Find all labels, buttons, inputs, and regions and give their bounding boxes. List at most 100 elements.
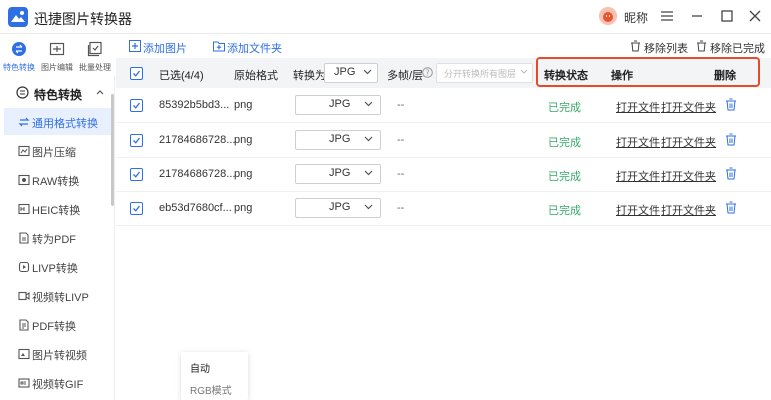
maximize-icon[interactable] xyxy=(719,8,735,24)
row-checkbox[interactable] xyxy=(130,202,143,215)
add-image-icon xyxy=(129,40,141,52)
status-badge: 已完成 xyxy=(548,137,581,149)
sidebar-item-heic[interactable]: HEIC转换 xyxy=(4,195,112,222)
sidebar-item-gif[interactable]: 视频转GIF xyxy=(4,369,112,396)
app-logo-icon xyxy=(8,7,28,27)
file-name: eb53d7680cf... xyxy=(159,202,232,214)
heic-icon xyxy=(18,203,30,215)
close-icon[interactable] xyxy=(747,8,763,24)
col-frames: 多帧/层 xyxy=(387,70,424,82)
check-icon xyxy=(133,70,141,77)
image-video-icon xyxy=(18,348,30,360)
row-checkbox[interactable] xyxy=(130,99,143,112)
check-icon xyxy=(133,205,141,212)
file-name: 21784686728... xyxy=(159,168,236,180)
video-icon xyxy=(18,291,30,301)
nav-batch-process[interactable]: 批量处理 xyxy=(76,34,114,74)
status-badge: 已完成 xyxy=(548,102,581,114)
table-row: 21784686728... png JPG -- 已完成 打开文件 打开文件夹 xyxy=(116,123,771,158)
convert-select[interactable]: JPG xyxy=(295,164,381,184)
open-file-link[interactable]: 打开文件 xyxy=(616,134,660,150)
row-checkbox[interactable] xyxy=(130,134,143,147)
convert-value: JPG xyxy=(329,133,351,145)
delete-icon[interactable] xyxy=(725,98,737,111)
frames-value: -- xyxy=(397,202,405,214)
open-file-link[interactable]: 打开文件 xyxy=(616,99,660,115)
livp-icon xyxy=(18,261,30,273)
check-icon xyxy=(133,171,141,178)
sidebar: 特色转换 通用格式转换 图片压缩 RAW转换 HEIC转换 转为PDF LIVP… xyxy=(0,76,115,400)
svg-text:?: ? xyxy=(425,68,429,77)
add-folder-label: 添加文件夹 xyxy=(227,43,282,55)
user-avatar[interactable] xyxy=(599,7,617,25)
swap-icon xyxy=(18,117,30,127)
delete-icon[interactable] xyxy=(725,167,737,180)
sidebar-item-label: HEIC转换 xyxy=(32,205,81,217)
table-row: eb53d7680cf... png JPG -- 已完成 打开文件 打开文件夹 xyxy=(116,191,771,226)
popup-option-auto[interactable]: 自动 xyxy=(190,360,210,375)
col-original-format: 原始格式 xyxy=(234,70,278,82)
frames-value: -- xyxy=(397,168,405,180)
sidebar-item-video-livp[interactable]: 视频转LIVP xyxy=(4,282,112,309)
open-folder-link[interactable]: 打开文件夹 xyxy=(661,99,716,115)
sidebar-item-label: 视频转GIF xyxy=(32,379,84,391)
sidebar-section-feature[interactable]: 特色转换 xyxy=(0,76,114,109)
sidebar-item-to-pdf[interactable]: 转为PDF xyxy=(4,224,112,251)
sidebar-item-raw[interactable]: RAW转换 xyxy=(4,166,112,193)
open-folder-link[interactable]: 打开文件夹 xyxy=(661,168,716,184)
sidebar-item-general-convert[interactable]: 通用格式转换 xyxy=(4,108,112,135)
convert-select[interactable]: JPG xyxy=(295,95,381,115)
nav-label: 批量处理 xyxy=(79,63,111,72)
sidebar-item-livp[interactable]: LIVP转换 xyxy=(4,253,112,280)
sidebar-item-pdf-convert[interactable]: PDF转换 xyxy=(4,311,112,338)
sidebar-item-compress[interactable]: 图片压缩 xyxy=(4,137,112,164)
open-folder-link[interactable]: 打开文件夹 xyxy=(661,202,716,218)
nav-label: 特色转换 xyxy=(3,63,35,72)
avatar-icon xyxy=(599,7,617,25)
convert-select[interactable]: JPG xyxy=(295,198,381,218)
sidebar-scrollbar[interactable] xyxy=(111,94,114,206)
file-format: png xyxy=(234,168,253,180)
trash-icon xyxy=(631,40,640,52)
compress-icon xyxy=(18,145,30,157)
user-nickname[interactable]: 昵称 xyxy=(624,9,648,26)
delete-icon[interactable] xyxy=(725,201,737,214)
gif-icon xyxy=(18,378,30,388)
open-file-link[interactable]: 打开文件 xyxy=(616,202,660,218)
table-row: 85392b5bd3... png JPG -- 已完成 打开文件 打开文件夹 xyxy=(116,88,771,123)
nav-image-edit[interactable]: 图片编辑 xyxy=(38,34,76,74)
title-bar: 迅捷图片转换器 昵称 xyxy=(0,0,771,34)
minimize-icon[interactable] xyxy=(689,8,705,24)
convert-value: JPG xyxy=(329,201,351,213)
sidebar-item-label: 转为PDF xyxy=(32,234,76,246)
remove-done-label: 移除已完成 xyxy=(710,43,765,55)
row-checkbox[interactable] xyxy=(130,168,143,181)
remove-list-label: 移除列表 xyxy=(644,43,688,55)
sidebar-item-image-video[interactable]: 图片转视频 xyxy=(4,340,112,367)
popup-option-rgb[interactable]: RGB模式 xyxy=(190,382,232,397)
nav-feature-convert[interactable]: 特色转换 xyxy=(0,34,38,74)
chevron-up-icon xyxy=(96,90,104,95)
chevron-down-icon xyxy=(364,170,373,176)
chevron-down-icon xyxy=(520,69,528,74)
status-badge: 已完成 xyxy=(548,171,581,183)
sidebar-item-label: RAW转换 xyxy=(32,176,80,188)
select-all-checkbox[interactable] xyxy=(130,67,143,80)
table-row: 21784686728... png JPG -- 已完成 打开文件 打开文件夹 xyxy=(116,157,771,192)
open-folder-link[interactable]: 打开文件夹 xyxy=(661,134,716,150)
convert-all-select[interactable]: JPG xyxy=(324,63,378,83)
help-icon[interactable]: ? xyxy=(422,67,433,78)
convert-value: JPG xyxy=(329,98,351,110)
chevron-down-icon xyxy=(364,101,373,107)
file-name: 85392b5bd3... xyxy=(159,99,230,111)
delete-icon[interactable] xyxy=(725,133,737,146)
selected-count: 已选(4/4) xyxy=(159,70,204,82)
file-format: png xyxy=(234,99,253,111)
convert-select[interactable]: JPG xyxy=(295,130,381,150)
menu-icon[interactable] xyxy=(659,8,675,24)
check-icon xyxy=(133,137,141,144)
open-file-link[interactable]: 打开文件 xyxy=(616,168,660,184)
frames-select: 分开转换所有图层 xyxy=(436,63,533,83)
sidebar-section-label: 特色转换 xyxy=(34,88,83,102)
chevron-down-icon xyxy=(364,204,373,210)
